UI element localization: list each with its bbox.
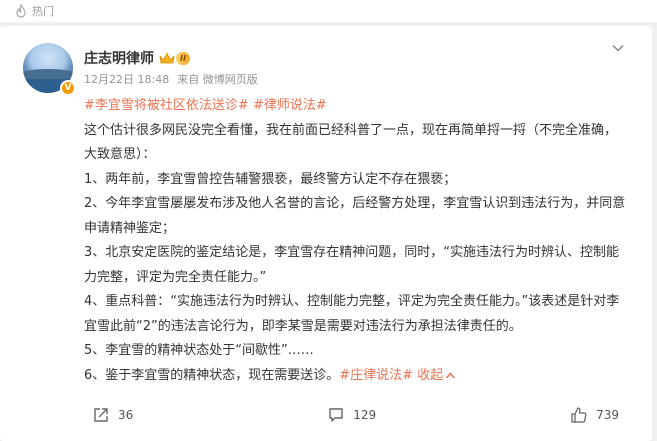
action-bar: 36 129 739 xyxy=(84,404,629,426)
member-level: II xyxy=(176,51,190,65)
post-source: 来自 微博网页版 xyxy=(177,73,258,86)
fire-icon xyxy=(16,4,26,18)
topic-tag[interactable]: #律师说法# xyxy=(253,98,327,113)
author-row: 庄志明律师 II xyxy=(84,48,190,68)
member-badge[interactable]: II xyxy=(159,51,190,65)
content-paragraph: 4、重点科普：“实施违法行为时辨认、控制能力完整，评定为完全责任能力。”该表述是… xyxy=(84,294,620,334)
content-text: 6、鉴于李宜雪的精神状态，现在需要送诊。 xyxy=(84,367,340,383)
author-name[interactable]: 庄志明律师 xyxy=(84,48,154,68)
share-count: 36 xyxy=(118,408,134,422)
collapse-label: 收起 xyxy=(417,367,444,383)
content-paragraph: 5、李宜雪的精神状态处于“间歇性”…… xyxy=(84,343,314,358)
comment-icon xyxy=(329,408,343,422)
content-paragraph: 这个估计很多网民没完全看懂，我在前面已经科普了一点，现在再简单捋一捋（不完全准确… xyxy=(84,122,618,163)
chevron-down-icon[interactable] xyxy=(610,40,626,56)
verified-badge: V xyxy=(60,80,76,96)
content-paragraph: 6、鉴于李宜雪的精神状态，现在需要送诊。#庄律说法# 收起 xyxy=(84,364,629,389)
like-button[interactable]: 739 xyxy=(570,406,619,424)
post-content: #李宜雪将被社区依法送诊# #律师说法# 这个估计很多网民没完全看懂，我在前面已… xyxy=(84,94,629,388)
section-label: 热门 xyxy=(32,5,54,18)
hot-section-header: 热门 xyxy=(0,0,657,22)
content-paragraph: 2、今年李宜雪屡屡发布涉及他人名誉的言论，后经警方处理，李宜雪认识到违法行为，并… xyxy=(84,196,626,236)
chevron-up-icon xyxy=(446,371,456,378)
share-icon xyxy=(94,408,108,422)
content-paragraph: 1、两年前，李宜雪曾控告辅警猥亵，最终警方认定不存在猥亵； xyxy=(84,171,457,187)
avatar[interactable]: V xyxy=(23,43,76,96)
post-card: V 庄志明律师 II 12月22日 18:48 来自 微博网页版 #李宜雪将被社… xyxy=(0,26,652,441)
comment-count: 129 xyxy=(353,408,377,422)
like-icon xyxy=(571,407,587,423)
crown-icon xyxy=(159,52,175,63)
topic-line: #李宜雪将被社区依法送诊# #律师说法# xyxy=(84,94,629,119)
like-count: 739 xyxy=(596,408,619,422)
collapse-button[interactable]: 收起 xyxy=(417,368,456,383)
content-paragraph: 3、北京安定医院的鉴定结论是，李宜雪存在精神问题，同时，“实施违法行为时辨认、控… xyxy=(84,245,620,285)
post-meta: 12月22日 18:48 来自 微博网页版 xyxy=(84,71,258,87)
comment-button[interactable]: 129 xyxy=(327,406,376,424)
topic-tag[interactable]: #李宜雪将被社区依法送诊# xyxy=(84,98,249,113)
topic-tag[interactable]: #庄律说法# xyxy=(339,368,413,383)
post-date[interactable]: 12月22日 18:48 xyxy=(84,71,169,87)
share-button[interactable]: 36 xyxy=(92,406,133,424)
